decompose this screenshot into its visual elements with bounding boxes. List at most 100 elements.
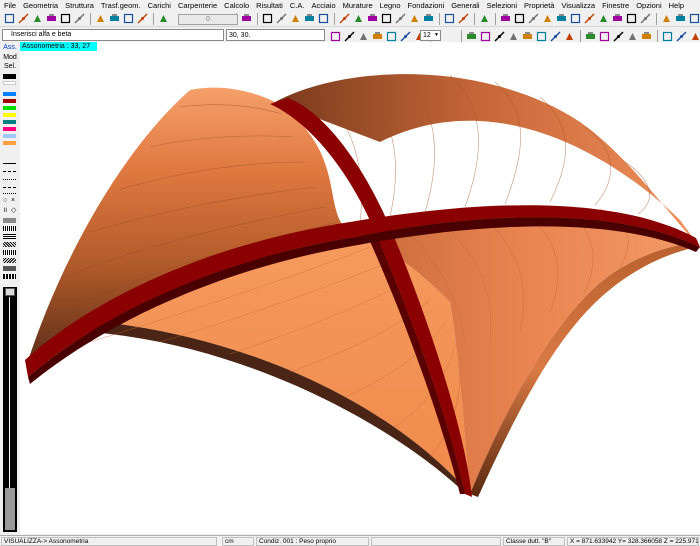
vault-3d-view[interactable] bbox=[20, 42, 700, 534]
pattern-vertical[interactable] bbox=[3, 226, 16, 231]
color-swatch[interactable] bbox=[3, 74, 16, 79]
axis-button[interactable] bbox=[303, 12, 316, 25]
color-swatch[interactable] bbox=[3, 99, 16, 103]
diamond-icon[interactable]: ◇ bbox=[11, 206, 16, 214]
color-swatch[interactable] bbox=[3, 81, 16, 85]
menu-risultati[interactable]: Risultati bbox=[256, 1, 283, 10]
color-swatch[interactable] bbox=[3, 127, 16, 131]
pattern-cross[interactable] bbox=[3, 258, 16, 263]
tab-mod[interactable]: Mod bbox=[1, 54, 19, 62]
pattern-grid[interactable] bbox=[3, 250, 16, 255]
pattern-horizontal[interactable] bbox=[3, 234, 16, 239]
grid6-button[interactable] bbox=[569, 12, 582, 25]
grid4-button[interactable] bbox=[541, 12, 554, 25]
pattern-diagonal[interactable] bbox=[3, 242, 16, 247]
linestyle-solid[interactable] bbox=[3, 163, 16, 164]
pattern-wave[interactable] bbox=[3, 274, 16, 279]
load-button[interactable] bbox=[457, 12, 470, 25]
wire-button[interactable] bbox=[343, 30, 356, 43]
open-folder-button[interactable] bbox=[17, 12, 30, 25]
menu-legno[interactable]: Legno bbox=[380, 1, 401, 10]
view-top-button[interactable] bbox=[688, 12, 700, 25]
section-button[interactable] bbox=[612, 30, 625, 43]
frame1-button[interactable] bbox=[465, 30, 478, 43]
texture-button[interactable] bbox=[399, 30, 412, 43]
frame3-button[interactable] bbox=[493, 30, 506, 43]
node-tool-button[interactable] bbox=[443, 12, 456, 25]
menu-opzioni[interactable]: Opzioni bbox=[636, 1, 661, 10]
frame6-button[interactable] bbox=[535, 30, 548, 43]
menu-struttura[interactable]: Struttura bbox=[65, 1, 94, 10]
edges-button[interactable] bbox=[385, 30, 398, 43]
line-tool-button[interactable] bbox=[338, 12, 351, 25]
linestyle-dashdot[interactable] bbox=[3, 187, 16, 188]
grid2-button[interactable] bbox=[513, 12, 526, 25]
hidden-button[interactable] bbox=[357, 30, 370, 43]
menu-murature[interactable]: Murature bbox=[343, 1, 373, 10]
menu-c-a[interactable]: C.A. bbox=[290, 1, 305, 10]
support-button[interactable] bbox=[275, 12, 288, 25]
tie-button[interactable] bbox=[422, 12, 435, 25]
view-front-button[interactable] bbox=[660, 12, 673, 25]
menu-propriet[interactable]: Proprietà bbox=[524, 1, 554, 10]
menu-generali[interactable]: Generali bbox=[451, 1, 479, 10]
frame7-button[interactable] bbox=[549, 30, 562, 43]
grid3-button[interactable] bbox=[527, 12, 540, 25]
color-button[interactable] bbox=[136, 12, 149, 25]
view-side-button[interactable] bbox=[674, 12, 687, 25]
zoom-slider-handle[interactable] bbox=[5, 288, 15, 296]
select3-button[interactable] bbox=[689, 30, 700, 43]
slope-button[interactable] bbox=[366, 12, 379, 25]
save-button[interactable] bbox=[31, 12, 44, 25]
grid8-button[interactable] bbox=[597, 12, 610, 25]
new-file-button[interactable] bbox=[3, 12, 16, 25]
menu-carichi[interactable]: Carichi bbox=[148, 1, 171, 10]
redo-button[interactable] bbox=[108, 12, 121, 25]
slab-button[interactable] bbox=[408, 12, 421, 25]
beam-button[interactable] bbox=[261, 12, 274, 25]
angle-input[interactable] bbox=[226, 29, 325, 41]
frame4-button[interactable] bbox=[507, 30, 520, 43]
color-swatch[interactable] bbox=[3, 92, 16, 96]
frame2-button[interactable] bbox=[479, 30, 492, 43]
grid10-button[interactable] bbox=[625, 12, 638, 25]
cross-icon[interactable]: × bbox=[11, 197, 15, 204]
zoom-button[interactable] bbox=[59, 12, 72, 25]
menu-selezioni[interactable]: Selezioni bbox=[487, 1, 517, 10]
pattern-dark[interactable] bbox=[3, 266, 16, 271]
tab-ass[interactable]: Ass. bbox=[1, 44, 19, 52]
menu-carpenterie[interactable]: Carpenterie bbox=[178, 1, 217, 10]
arc-button[interactable] bbox=[380, 12, 393, 25]
grid7-button[interactable] bbox=[583, 12, 596, 25]
grid5-button[interactable] bbox=[555, 12, 568, 25]
menu-visualizza[interactable]: Visualizza bbox=[561, 1, 595, 10]
color-swatch[interactable] bbox=[3, 113, 16, 117]
color-swatch[interactable] bbox=[3, 120, 16, 124]
tab-sel[interactable]: Sel. bbox=[1, 63, 19, 71]
select2-button[interactable] bbox=[675, 30, 688, 43]
link-button[interactable] bbox=[478, 12, 491, 25]
select1-button[interactable] bbox=[661, 30, 674, 43]
value-field[interactable]: 0 bbox=[178, 14, 238, 25]
measure-button[interactable] bbox=[626, 30, 639, 43]
hinge-button[interactable] bbox=[289, 12, 302, 25]
size-combo[interactable]: 12 ▼ bbox=[420, 30, 441, 41]
color-swatch[interactable] bbox=[3, 141, 16, 145]
color-swatch[interactable] bbox=[3, 106, 16, 110]
grid9-button[interactable] bbox=[611, 12, 624, 25]
menu-help[interactable]: Help bbox=[669, 1, 684, 10]
brace-button[interactable] bbox=[317, 12, 330, 25]
linestyle-dotted[interactable] bbox=[3, 179, 16, 180]
linestyle-dashed[interactable] bbox=[3, 171, 16, 172]
circle-icon[interactable]: ○ bbox=[3, 197, 7, 204]
model-viewport[interactable]: Assonometria : 33, 27 bbox=[20, 42, 700, 534]
menu-acciaio[interactable]: Acciaio bbox=[311, 1, 335, 10]
undo-button[interactable] bbox=[94, 12, 107, 25]
linestyle-fine[interactable] bbox=[3, 193, 16, 194]
grid-button[interactable] bbox=[499, 12, 512, 25]
menu-trasf-geom[interactable]: Trasf.geom. bbox=[101, 1, 141, 10]
node-button[interactable] bbox=[122, 12, 135, 25]
color-swatch[interactable] bbox=[3, 134, 16, 138]
menu-file[interactable]: File bbox=[4, 1, 16, 10]
menu-geometria[interactable]: Geometria bbox=[23, 1, 58, 10]
